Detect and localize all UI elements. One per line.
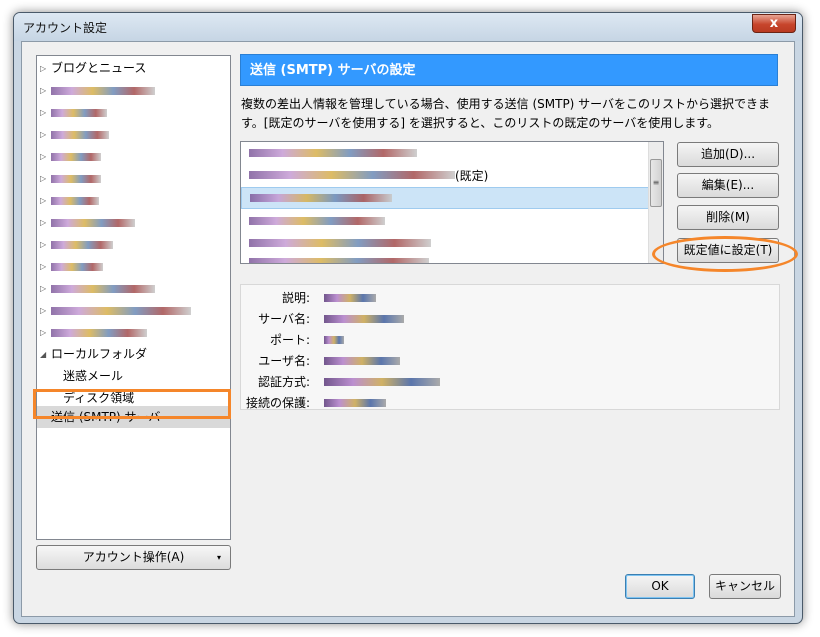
- delete-button[interactable]: 削除(M): [677, 205, 779, 230]
- description-line: 複数の差出人情報を管理している場合、使用する送信 (SMTP) サーバをこのリス…: [241, 97, 771, 111]
- tree-item-account[interactable]: ▷: [37, 146, 230, 167]
- expand-arrow-icon[interactable]: ▷: [40, 168, 46, 189]
- tree-item-account[interactable]: ▷: [37, 168, 230, 189]
- tree-item-account[interactable]: ▷: [37, 300, 230, 321]
- tree-item-label: 迷惑メール: [63, 369, 124, 383]
- server-details-panel: 説明: サーバ名: ポート: ユーザ名: 認証方式: 接続の保護:: [240, 284, 780, 410]
- tree-item-account[interactable]: ▷: [37, 190, 230, 211]
- server-row[interactable]: [241, 210, 650, 232]
- redacted-value: [324, 294, 376, 302]
- server-row-selected[interactable]: [241, 187, 650, 209]
- tree-item-account[interactable]: ▷: [37, 212, 230, 233]
- expand-arrow-icon[interactable]: ▷: [40, 102, 46, 123]
- redacted-server-name: [249, 239, 431, 247]
- tree-item-account[interactable]: ▷: [37, 80, 230, 101]
- tree-item-account[interactable]: ▷: [37, 278, 230, 299]
- tree-item-label: ブログとニュース: [51, 61, 147, 75]
- expand-arrow-icon[interactable]: ▷: [40, 278, 46, 299]
- redacted-account-name: [51, 175, 101, 183]
- tree-item-account[interactable]: ▷: [37, 256, 230, 277]
- tree-item-account[interactable]: ▷: [37, 234, 230, 255]
- annotation-highlight-smtp: [33, 389, 231, 419]
- annotation-highlight-set-default: [652, 236, 798, 272]
- redacted-account-name: [51, 307, 191, 315]
- redacted-account-name: [51, 329, 147, 337]
- redacted-account-name: [51, 197, 99, 205]
- collapse-arrow-icon[interactable]: ◢: [40, 344, 46, 365]
- detail-label-auth-method: 認証方式:: [257, 375, 310, 389]
- redacted-value: [324, 336, 344, 344]
- add-button[interactable]: 追加(D)...: [677, 142, 779, 167]
- expand-arrow-icon[interactable]: ▷: [40, 256, 46, 277]
- tree-item-account[interactable]: ▷: [37, 322, 230, 343]
- redacted-server-name: [249, 217, 385, 225]
- server-row[interactable]: [241, 232, 650, 254]
- server-row-default[interactable]: (既定): [241, 164, 650, 186]
- edit-button[interactable]: 編集(E)...: [677, 173, 779, 198]
- account-settings-window: アカウント設定 x ▷ ブログとニュース ▷ ▷ ▷ ▷ ▷ ▷ ▷ ▷ ▷ ▷…: [13, 12, 803, 624]
- expand-arrow-icon[interactable]: ▷: [40, 212, 46, 233]
- server-row[interactable]: [241, 254, 650, 263]
- account-actions-label: アカウント操作(A): [82, 550, 185, 564]
- redacted-account-name: [51, 87, 155, 95]
- expand-arrow-icon[interactable]: ▷: [40, 124, 46, 145]
- default-tag: (既定): [455, 169, 489, 183]
- account-tree[interactable]: ▷ ブログとニュース ▷ ▷ ▷ ▷ ▷ ▷ ▷ ▷ ▷ ▷ ▷ ▷ ◢ ローカ…: [36, 55, 231, 540]
- expand-arrow-icon[interactable]: ▷: [40, 300, 46, 321]
- close-button[interactable]: x: [752, 14, 796, 33]
- dialog-client-area: ▷ ブログとニュース ▷ ▷ ▷ ▷ ▷ ▷ ▷ ▷ ▷ ▷ ▷ ▷ ◢ ローカ…: [21, 41, 798, 617]
- redacted-value: [324, 357, 400, 365]
- expand-arrow-icon[interactable]: ▷: [40, 322, 46, 343]
- expand-arrow-icon[interactable]: ▷: [40, 190, 46, 211]
- redacted-value: [324, 315, 404, 323]
- redacted-account-name: [51, 263, 103, 271]
- page-description: 複数の差出人情報を管理している場合、使用する送信 (SMTP) サーバをこのリス…: [241, 95, 781, 133]
- redacted-account-name: [51, 153, 101, 161]
- smtp-server-list[interactable]: (既定) ≡: [240, 141, 664, 264]
- redacted-server-name: [249, 149, 417, 157]
- description-line: す。[既定のサーバを使用する] を選択すると、このリストの既定のサーバを使用しま…: [241, 116, 720, 130]
- tree-item-account[interactable]: ▷: [37, 102, 230, 123]
- expand-arrow-icon[interactable]: ▷: [40, 58, 46, 79]
- detail-label-description: 説明:: [281, 291, 310, 305]
- page-title: 送信 (SMTP) サーバの設定: [240, 54, 778, 86]
- detail-label-username: ユーザ名:: [258, 354, 310, 368]
- redacted-value: [324, 378, 440, 386]
- tree-item-blogs-news[interactable]: ▷ ブログとニュース: [37, 58, 230, 79]
- expand-arrow-icon[interactable]: ▷: [40, 146, 46, 167]
- scrollbar-thumb[interactable]: ≡: [650, 159, 662, 207]
- ok-button[interactable]: OK: [625, 574, 695, 599]
- tree-item-local-folders[interactable]: ◢ ローカルフォルダ: [37, 344, 230, 365]
- redacted-account-name: [51, 109, 107, 117]
- detail-label-server-name: サーバ名:: [258, 312, 310, 326]
- tree-item-account[interactable]: ▷: [37, 124, 230, 145]
- redacted-account-name: [51, 219, 135, 227]
- detail-label-port: ポート:: [269, 333, 310, 347]
- dropdown-arrow-icon: ▾: [216, 553, 221, 562]
- server-row[interactable]: [241, 142, 650, 164]
- window-title: アカウント設定: [23, 21, 108, 35]
- redacted-server-name: [249, 258, 429, 263]
- title-bar: アカウント設定 x: [14, 13, 802, 41]
- detail-label-connection-security: 接続の保護:: [245, 396, 310, 410]
- redacted-account-name: [51, 131, 109, 139]
- expand-arrow-icon[interactable]: ▷: [40, 234, 46, 255]
- redacted-account-name: [51, 241, 113, 249]
- redacted-server-name: [249, 171, 455, 179]
- cancel-button[interactable]: キャンセル: [709, 574, 781, 599]
- expand-arrow-icon[interactable]: ▷: [40, 80, 46, 101]
- redacted-server-name: [250, 194, 392, 202]
- account-actions-button[interactable]: アカウント操作(A) ▾: [36, 545, 231, 570]
- tree-item-label: ローカルフォルダ: [51, 347, 148, 361]
- redacted-value: [324, 399, 386, 407]
- tree-item-junk[interactable]: 迷惑メール: [37, 366, 230, 387]
- redacted-account-name: [51, 285, 155, 293]
